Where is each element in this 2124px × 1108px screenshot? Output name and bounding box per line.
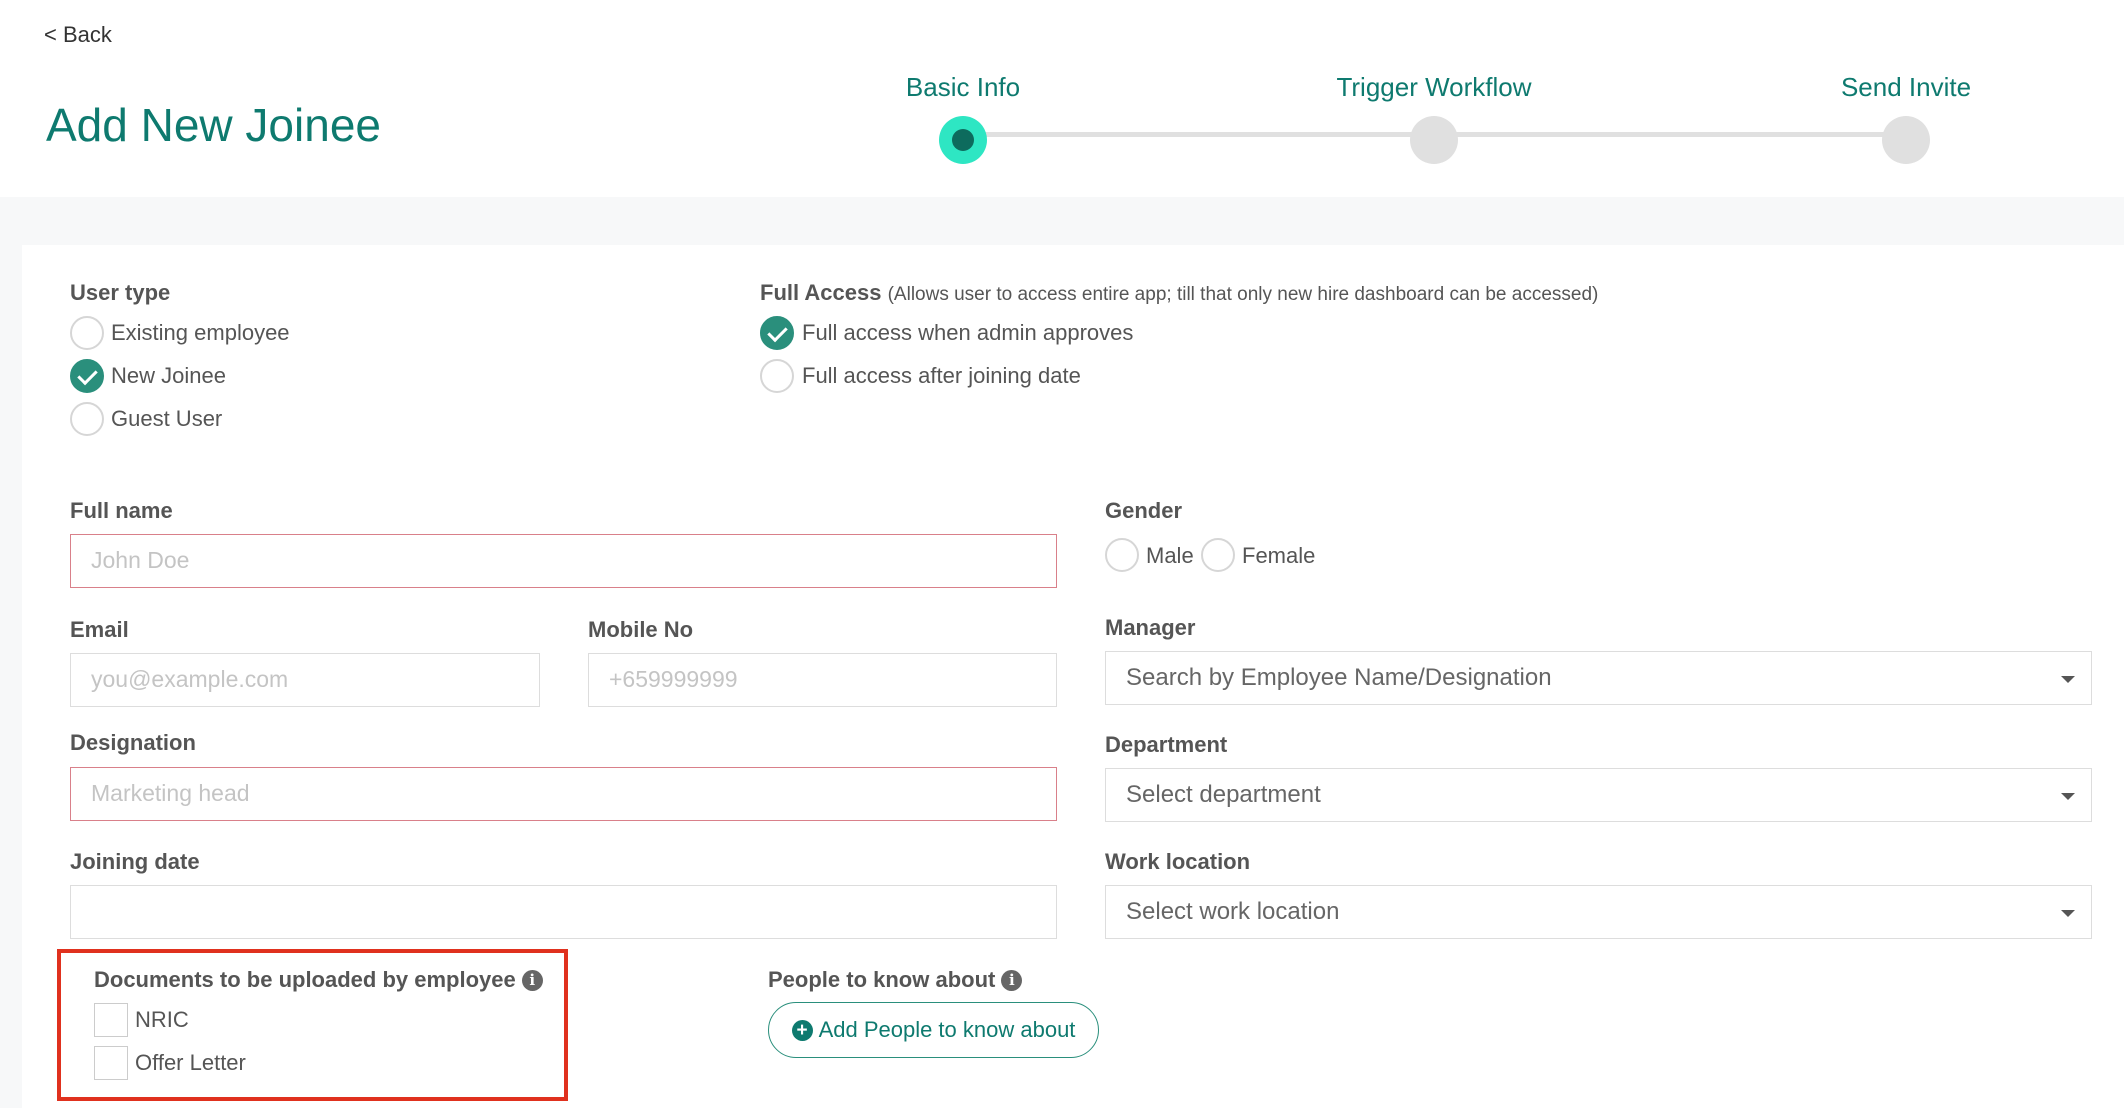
mobile-label: Mobile No [588,617,694,642]
email-label: Email [70,617,129,642]
user-type-existing-radio[interactable] [70,316,104,350]
user-type-new-joinee-label[interactable]: New Joinee [111,363,226,389]
user-type-existing-label[interactable]: Existing employee [111,320,290,346]
people-label-text: People to know about [768,967,996,992]
full-access-joining-date-label[interactable]: Full access after joining date [802,363,1081,389]
gender-male-radio[interactable] [1105,538,1139,572]
gender-female-label[interactable]: Female [1242,543,1315,569]
user-type-label: User type [70,280,171,305]
add-people-button[interactable]: + Add People to know about [768,1002,1099,1058]
page-header: < Back Add New Joinee Basic Info Trigger… [0,0,2124,197]
caret-down-icon [2061,676,2075,683]
step-trigger-workflow-label[interactable]: Trigger Workflow [1336,72,1531,103]
full-name-input[interactable]: John Doe [70,534,1057,588]
department-select-value: Select department [1126,781,1321,808]
gender-female-radio[interactable] [1201,538,1235,572]
step-send-invite-indicator[interactable] [1882,116,1930,164]
offer-letter-label[interactable]: Offer Letter [135,1050,246,1076]
people-label: People to know about i [768,967,1023,993]
step-send-invite-label[interactable]: Send Invite [1841,72,1971,103]
offer-letter-checkbox[interactable] [94,1046,128,1080]
department-label: Department [1105,732,1228,757]
email-input[interactable]: you@example.com [70,653,540,707]
user-type-new-joinee-radio[interactable] [70,359,104,393]
full-access-note: (Allows user to access entire app; till … [887,284,1599,305]
user-type-guest-label[interactable]: Guest User [111,406,222,432]
designation-input[interactable]: Marketing head [70,767,1057,821]
joining-date-input[interactable] [70,885,1057,939]
full-access-label: Full Access (Allows user to access entir… [760,280,1598,306]
work-location-select[interactable]: Select work location [1105,885,2092,939]
designation-label: Designation [70,730,196,755]
work-location-select-value: Select work location [1126,898,1340,925]
joining-date-label: Joining date [70,849,200,874]
manager-select[interactable]: Search by Employee Name/Designation [1105,651,2092,705]
mobile-input[interactable]: +659999999 [588,653,1057,707]
work-location-label: Work location [1105,849,1251,874]
back-link[interactable]: < Back [44,22,112,48]
full-access-joining-date-radio[interactable] [760,359,794,393]
manager-select-value: Search by Employee Name/Designation [1126,664,1552,691]
plus-circle-icon: + [791,1020,813,1041]
step-basic-info-label[interactable]: Basic Info [906,72,1020,103]
page-title: Add New Joinee [46,99,381,151]
add-people-button-label: Add People to know about [818,1017,1076,1042]
info-icon[interactable]: i [521,970,543,991]
nric-checkbox[interactable] [94,1003,128,1037]
full-access-admin-radio[interactable] [760,316,794,350]
step-basic-info-indicator[interactable] [939,116,987,164]
department-select[interactable]: Select department [1105,768,2092,822]
step-trigger-workflow-indicator[interactable] [1410,116,1458,164]
full-access-admin-label[interactable]: Full access when admin approves [802,320,1133,346]
manager-label: Manager [1105,615,1196,640]
full-name-label: Full name [70,498,173,523]
gender-male-label[interactable]: Male [1146,543,1194,569]
nric-label[interactable]: NRIC [135,1007,189,1033]
user-type-guest-radio[interactable] [70,402,104,436]
full-access-title: Full Access [760,280,882,305]
gender-label: Gender [1105,498,1183,523]
documents-label: Documents to be uploaded by employee i [94,967,543,993]
info-icon[interactable]: i [1001,970,1023,991]
documents-label-text: Documents to be uploaded by employee [94,967,516,992]
caret-down-icon [2061,910,2075,917]
caret-down-icon [2061,793,2075,800]
